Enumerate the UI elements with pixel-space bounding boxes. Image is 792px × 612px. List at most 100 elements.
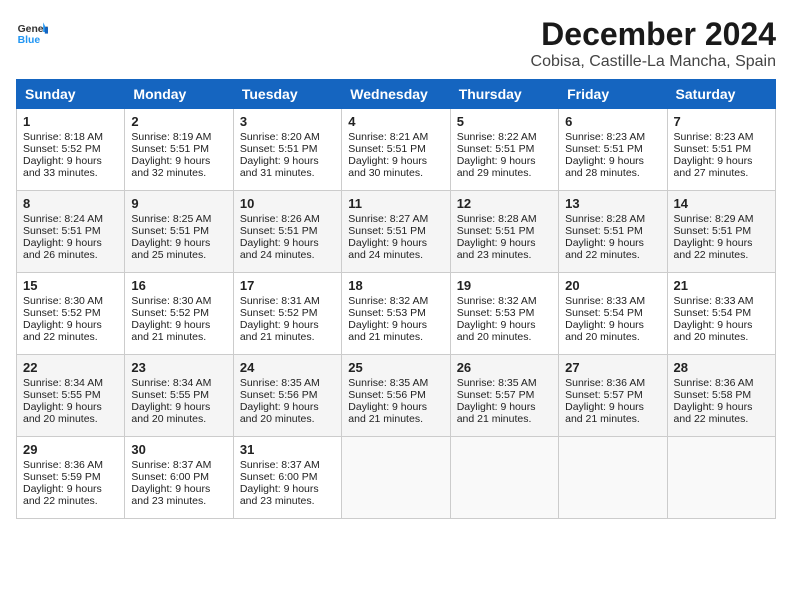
sunrise-label: Sunrise: 8:29 AM	[674, 213, 754, 225]
sunset-label: Sunset: 5:52 PM	[23, 307, 101, 319]
sunrise-label: Sunrise: 8:35 AM	[240, 377, 320, 389]
sunrise-label: Sunrise: 8:25 AM	[131, 213, 211, 225]
sunset-label: Sunset: 5:58 PM	[674, 389, 752, 401]
calendar-cell: 7 Sunrise: 8:23 AM Sunset: 5:51 PM Dayli…	[667, 109, 775, 191]
day-number: 30	[131, 442, 226, 457]
daylight-label: Daylight: 9 hours and 20 minutes.	[240, 401, 319, 425]
daylight-label: Daylight: 9 hours and 21 minutes.	[348, 401, 427, 425]
day-number: 7	[674, 114, 769, 129]
calendar-cell: 24 Sunrise: 8:35 AM Sunset: 5:56 PM Dayl…	[233, 355, 341, 437]
day-number: 3	[240, 114, 335, 129]
daylight-label: Daylight: 9 hours and 21 minutes.	[240, 319, 319, 343]
day-number: 23	[131, 360, 226, 375]
week-row-4: 22 Sunrise: 8:34 AM Sunset: 5:55 PM Dayl…	[17, 355, 776, 437]
calendar-body: 1 Sunrise: 8:18 AM Sunset: 5:52 PM Dayli…	[17, 109, 776, 519]
sunset-label: Sunset: 5:57 PM	[565, 389, 643, 401]
day-number: 5	[457, 114, 552, 129]
day-number: 12	[457, 196, 552, 211]
daylight-label: Daylight: 9 hours and 20 minutes.	[674, 319, 753, 343]
calendar-cell	[667, 437, 775, 519]
calendar-cell: 17 Sunrise: 8:31 AM Sunset: 5:52 PM Dayl…	[233, 273, 341, 355]
daylight-label: Daylight: 9 hours and 20 minutes.	[565, 319, 644, 343]
sunrise-label: Sunrise: 8:20 AM	[240, 131, 320, 143]
sunrise-label: Sunrise: 8:24 AM	[23, 213, 103, 225]
daylight-label: Daylight: 9 hours and 21 minutes.	[348, 319, 427, 343]
sunset-label: Sunset: 5:51 PM	[131, 143, 209, 155]
day-number: 17	[240, 278, 335, 293]
calendar-cell: 12 Sunrise: 8:28 AM Sunset: 5:51 PM Dayl…	[450, 191, 558, 273]
day-header-thursday: Thursday	[450, 80, 558, 109]
sunset-label: Sunset: 5:54 PM	[565, 307, 643, 319]
daylight-label: Daylight: 9 hours and 32 minutes.	[131, 155, 210, 179]
day-number: 16	[131, 278, 226, 293]
day-header-sunday: Sunday	[17, 80, 125, 109]
sunset-label: Sunset: 5:51 PM	[240, 225, 318, 237]
daylight-label: Daylight: 9 hours and 21 minutes.	[565, 401, 644, 425]
day-number: 11	[348, 196, 443, 211]
week-row-3: 15 Sunrise: 8:30 AM Sunset: 5:52 PM Dayl…	[17, 273, 776, 355]
sunset-label: Sunset: 5:51 PM	[565, 225, 643, 237]
calendar-cell: 18 Sunrise: 8:32 AM Sunset: 5:53 PM Dayl…	[342, 273, 450, 355]
day-number: 31	[240, 442, 335, 457]
daylight-label: Daylight: 9 hours and 29 minutes.	[457, 155, 536, 179]
sunset-label: Sunset: 5:53 PM	[348, 307, 426, 319]
sunrise-label: Sunrise: 8:21 AM	[348, 131, 428, 143]
sunrise-label: Sunrise: 8:26 AM	[240, 213, 320, 225]
day-header-saturday: Saturday	[667, 80, 775, 109]
daylight-label: Daylight: 9 hours and 33 minutes.	[23, 155, 102, 179]
sunset-label: Sunset: 5:51 PM	[348, 225, 426, 237]
calendar-cell: 27 Sunrise: 8:36 AM Sunset: 5:57 PM Dayl…	[559, 355, 667, 437]
sunset-label: Sunset: 5:51 PM	[240, 143, 318, 155]
daylight-label: Daylight: 9 hours and 22 minutes.	[674, 237, 753, 261]
sunset-label: Sunset: 6:00 PM	[240, 471, 318, 483]
daylight-label: Daylight: 9 hours and 22 minutes.	[23, 319, 102, 343]
calendar-cell: 13 Sunrise: 8:28 AM Sunset: 5:51 PM Dayl…	[559, 191, 667, 273]
calendar-cell: 5 Sunrise: 8:22 AM Sunset: 5:51 PM Dayli…	[450, 109, 558, 191]
sunrise-label: Sunrise: 8:23 AM	[565, 131, 645, 143]
day-number: 1	[23, 114, 118, 129]
sunset-label: Sunset: 5:52 PM	[240, 307, 318, 319]
daylight-label: Daylight: 9 hours and 23 minutes.	[131, 483, 210, 507]
sunrise-label: Sunrise: 8:30 AM	[131, 295, 211, 307]
sunrise-label: Sunrise: 8:37 AM	[240, 459, 320, 471]
week-row-5: 29 Sunrise: 8:36 AM Sunset: 5:59 PM Dayl…	[17, 437, 776, 519]
sunrise-label: Sunrise: 8:34 AM	[23, 377, 103, 389]
day-number: 19	[457, 278, 552, 293]
day-number: 2	[131, 114, 226, 129]
calendar-cell: 6 Sunrise: 8:23 AM Sunset: 5:51 PM Dayli…	[559, 109, 667, 191]
sunset-label: Sunset: 5:51 PM	[457, 143, 535, 155]
sunset-label: Sunset: 5:59 PM	[23, 471, 101, 483]
sunset-label: Sunset: 5:51 PM	[23, 225, 101, 237]
sunset-label: Sunset: 5:55 PM	[131, 389, 209, 401]
day-number: 22	[23, 360, 118, 375]
calendar-cell	[559, 437, 667, 519]
day-number: 18	[348, 278, 443, 293]
calendar-cell: 15 Sunrise: 8:30 AM Sunset: 5:52 PM Dayl…	[17, 273, 125, 355]
day-number: 15	[23, 278, 118, 293]
daylight-label: Daylight: 9 hours and 22 minutes.	[565, 237, 644, 261]
sunset-label: Sunset: 5:52 PM	[131, 307, 209, 319]
sunrise-label: Sunrise: 8:36 AM	[23, 459, 103, 471]
sunrise-label: Sunrise: 8:28 AM	[457, 213, 537, 225]
day-header-monday: Monday	[125, 80, 233, 109]
daylight-label: Daylight: 9 hours and 23 minutes.	[457, 237, 536, 261]
sunset-label: Sunset: 6:00 PM	[131, 471, 209, 483]
sunset-label: Sunset: 5:51 PM	[674, 143, 752, 155]
daylight-label: Daylight: 9 hours and 30 minutes.	[348, 155, 427, 179]
location-title: Cobisa, Castille-La Mancha, Spain	[531, 53, 776, 71]
daylight-label: Daylight: 9 hours and 31 minutes.	[240, 155, 319, 179]
sunset-label: Sunset: 5:51 PM	[348, 143, 426, 155]
day-number: 14	[674, 196, 769, 211]
sunrise-label: Sunrise: 8:23 AM	[674, 131, 754, 143]
sunrise-label: Sunrise: 8:36 AM	[565, 377, 645, 389]
day-number: 9	[131, 196, 226, 211]
sunset-label: Sunset: 5:56 PM	[240, 389, 318, 401]
logo: General Blue	[16, 16, 48, 48]
calendar-cell: 25 Sunrise: 8:35 AM Sunset: 5:56 PM Dayl…	[342, 355, 450, 437]
calendar-cell: 3 Sunrise: 8:20 AM Sunset: 5:51 PM Dayli…	[233, 109, 341, 191]
sunrise-label: Sunrise: 8:37 AM	[131, 459, 211, 471]
daylight-label: Daylight: 9 hours and 21 minutes.	[131, 319, 210, 343]
day-number: 6	[565, 114, 660, 129]
sunrise-label: Sunrise: 8:34 AM	[131, 377, 211, 389]
sunset-label: Sunset: 5:52 PM	[23, 143, 101, 155]
